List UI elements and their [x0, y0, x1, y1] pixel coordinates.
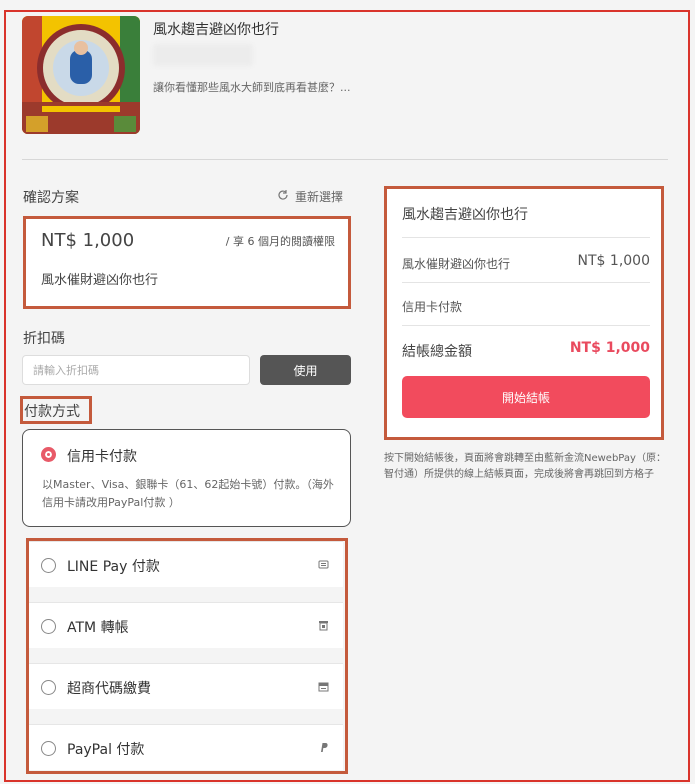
reselect-button[interactable]: 重新選擇: [277, 188, 343, 205]
credit-card-option[interactable]: 信用卡付款 以Master、Visa、銀聯卡（61、62起始卡號）付款。（海外信…: [22, 429, 351, 527]
refresh-icon: [277, 189, 289, 204]
checkout-note: 按下開始結帳後，頁面將會跳轉至由藍新金流NewebPay（原：智付通）所提供的線…: [384, 453, 666, 480]
reselect-label: 重新選擇: [295, 190, 344, 204]
annotation-box-plan: [23, 216, 351, 309]
apply-coupon-button[interactable]: 使用: [260, 355, 351, 385]
coupon-input[interactable]: 請輸入折扣碼: [22, 355, 250, 385]
plan-section-label: 確認方案: [23, 190, 79, 206]
credit-card-label: 信用卡付款: [67, 449, 137, 465]
annotation-box-payment-methods: [26, 538, 348, 774]
product-title: 風水趨吉避凶你也行: [153, 22, 279, 38]
product-description: 讓你看懂那些風水大師到底再看甚麼？...: [153, 81, 351, 94]
product-thumbnail: [22, 16, 140, 134]
credit-card-description: 以Master、Visa、銀聯卡（61、62起始卡號）付款。（海外信用卡請改用P…: [42, 478, 334, 509]
bagua-cover-image: [22, 16, 140, 134]
divider: [22, 159, 668, 160]
blurred-author: [153, 44, 253, 66]
annotation-box-payment-label: [20, 396, 92, 424]
coupon-label: 折扣碼: [23, 331, 65, 347]
annotation-box-summary: [384, 186, 664, 440]
credit-card-radio[interactable]: [41, 447, 56, 462]
